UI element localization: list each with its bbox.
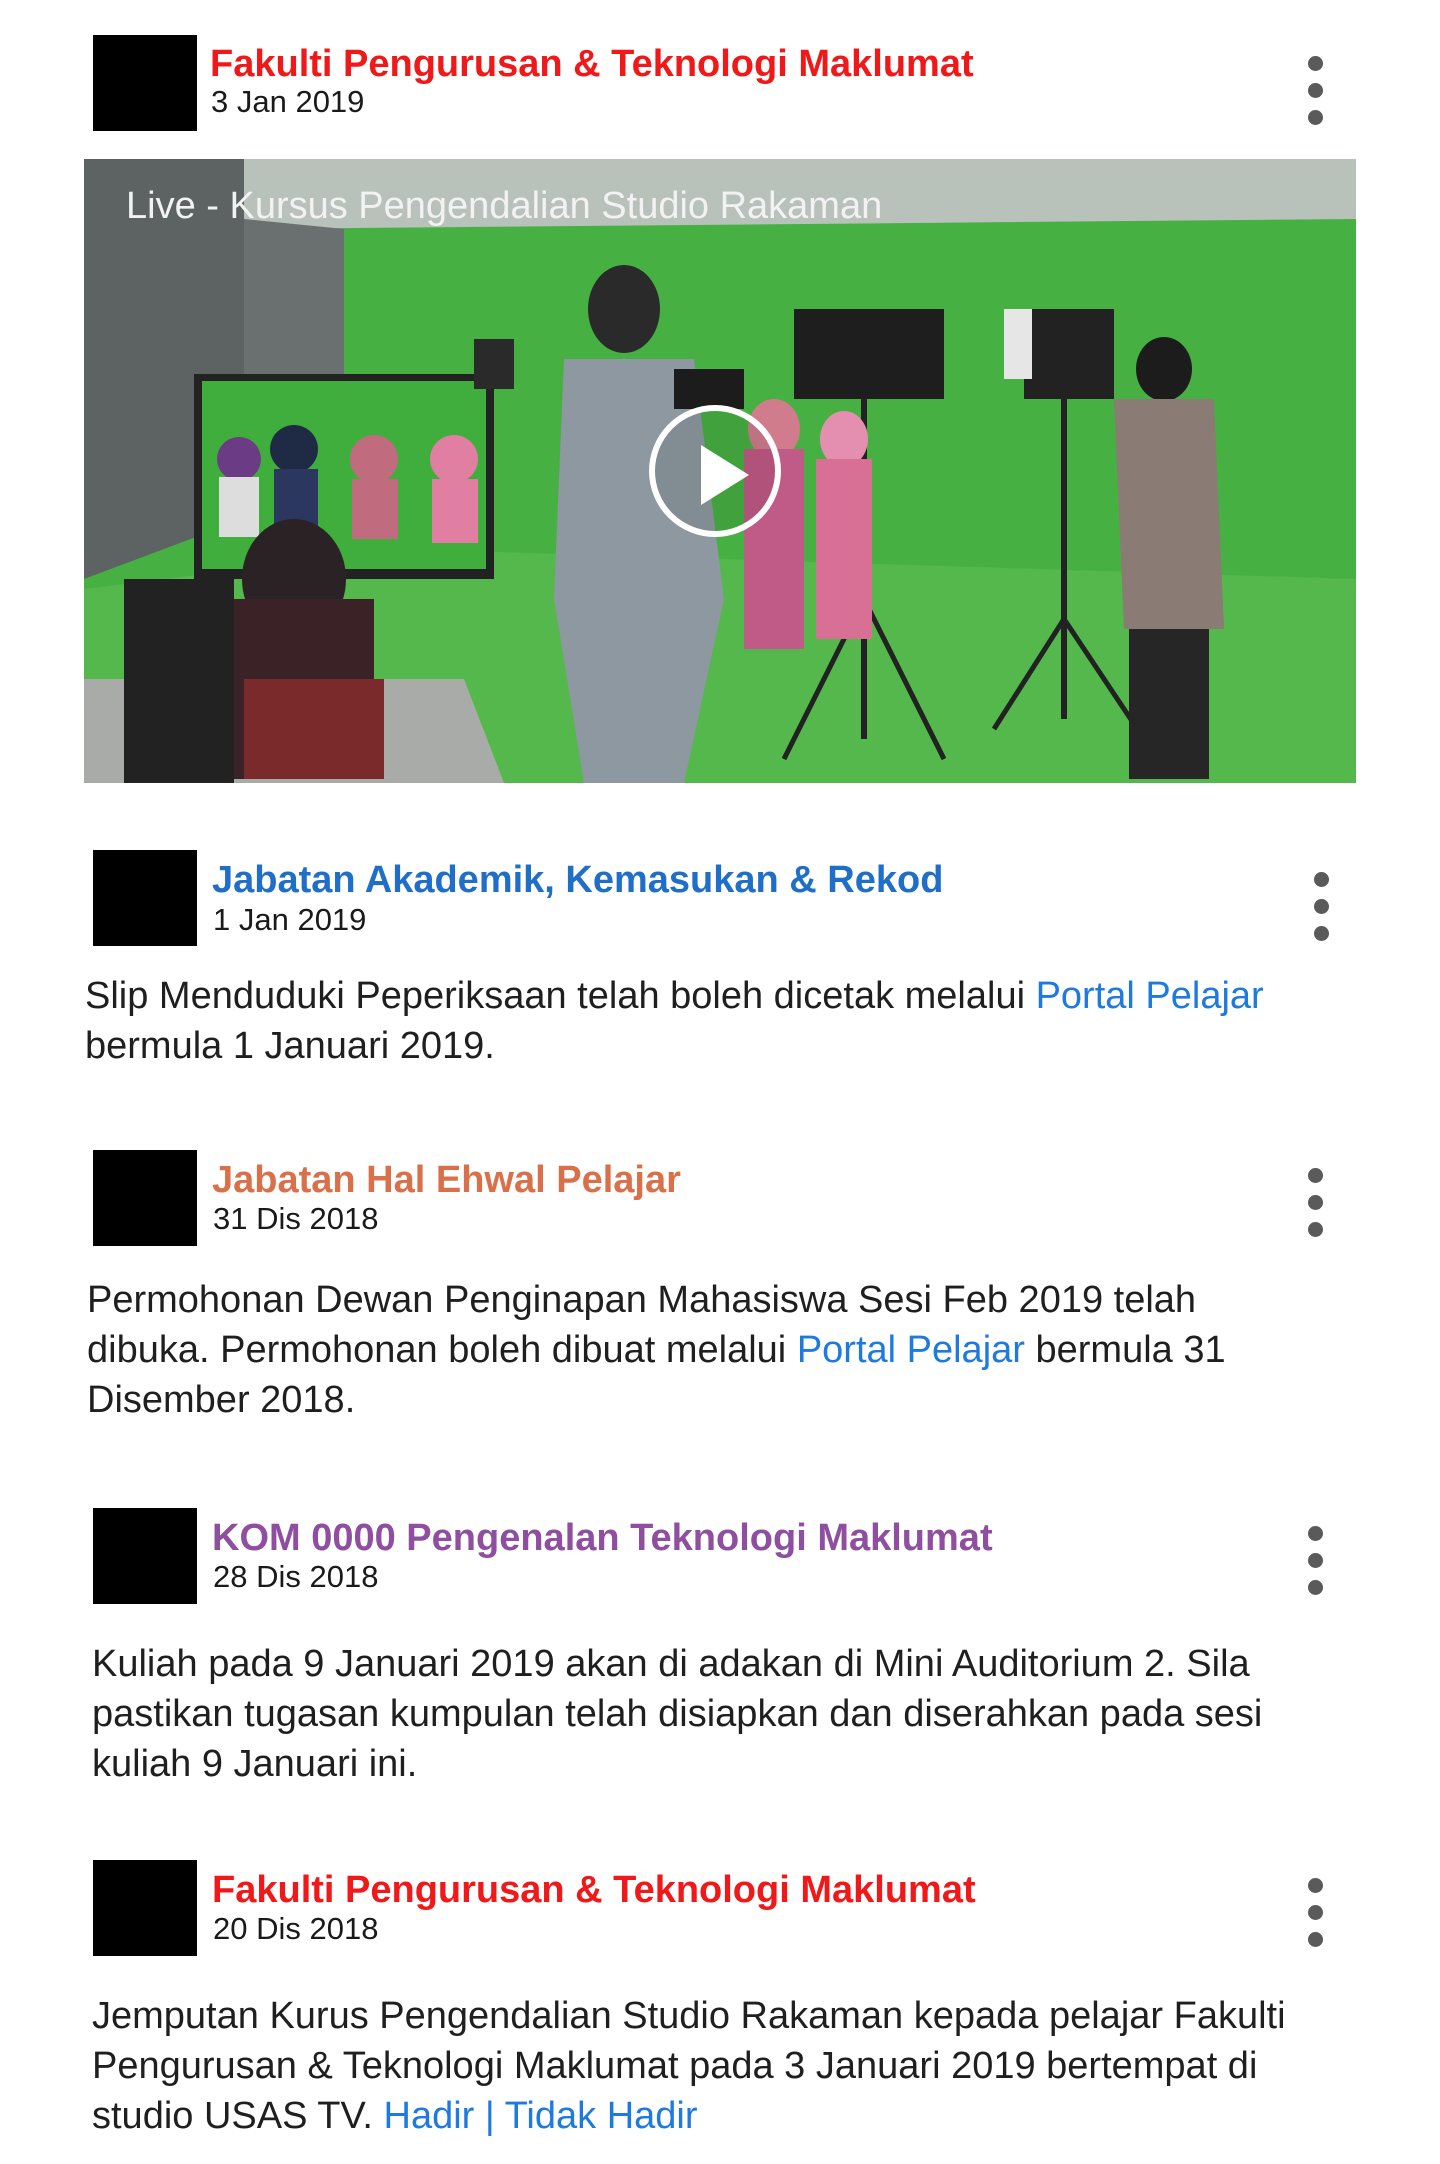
more-options-button[interactable] xyxy=(1296,1168,1336,1238)
play-icon xyxy=(701,445,749,505)
more-options-button[interactable] xyxy=(1296,1526,1336,1596)
tidak-hadir-link[interactable]: Tidak Hadir xyxy=(505,2095,698,2137)
post-author[interactable]: Fakulti Pengurusan & Teknologi Maklumat xyxy=(212,1868,976,1912)
more-vertical-icon xyxy=(1308,1878,1323,1893)
post-date: 1 Jan 2019 xyxy=(213,902,367,937)
avatar[interactable] xyxy=(93,850,197,946)
more-options-button[interactable] xyxy=(1296,1878,1336,1948)
post-author[interactable]: Fakulti Pengurusan & Teknologi Maklumat xyxy=(210,42,974,86)
more-vertical-icon xyxy=(1308,56,1323,71)
video-player[interactable]: Live - Kursus Pengendalian Studio Rakama… xyxy=(84,159,1356,783)
post-body: Kuliah pada 9 Januari 2019 akan di adaka… xyxy=(92,1643,1263,1785)
avatar[interactable] xyxy=(93,1860,197,1956)
post-date: 28 Dis 2018 xyxy=(213,1559,379,1594)
post-body: Jemputan Kurus Pengendalian Studio Rakam… xyxy=(92,1995,1286,2137)
play-button[interactable] xyxy=(649,405,781,537)
post-body: Permohonan Dewan Penginapan Mahasiswa Se… xyxy=(87,1279,1226,1421)
avatar[interactable] xyxy=(93,1508,197,1604)
post-author[interactable]: Jabatan Hal Ehwal Pelajar xyxy=(212,1158,681,1202)
hadir-link[interactable]: Hadir xyxy=(384,2095,475,2137)
post-date: 3 Jan 2019 xyxy=(211,84,365,119)
portal-pelajar-link[interactable]: Portal Pelajar xyxy=(797,1329,1025,1371)
link-separator: | xyxy=(474,2095,505,2137)
portal-pelajar-link[interactable]: Portal Pelajar xyxy=(1036,975,1264,1017)
post-author[interactable]: KOM 0000 Pengenalan Teknologi Maklumat xyxy=(212,1516,993,1560)
avatar[interactable] xyxy=(93,35,197,131)
more-vertical-icon xyxy=(1314,872,1329,887)
more-options-button[interactable] xyxy=(1296,56,1336,126)
more-vertical-icon xyxy=(1308,1526,1323,1541)
post-date: 31 Dis 2018 xyxy=(213,1201,379,1236)
more-options-button[interactable] xyxy=(1302,872,1342,942)
post-author[interactable]: Jabatan Akademik, Kemasukan & Rekod xyxy=(212,858,943,902)
avatar[interactable] xyxy=(93,1150,197,1246)
post-date: 20 Dis 2018 xyxy=(213,1911,379,1946)
post-body: Slip Menduduki Peperiksaan telah boleh d… xyxy=(85,975,1264,1067)
video-title: Live - Kursus Pengendalian Studio Rakama… xyxy=(126,185,883,227)
more-vertical-icon xyxy=(1308,1168,1323,1183)
